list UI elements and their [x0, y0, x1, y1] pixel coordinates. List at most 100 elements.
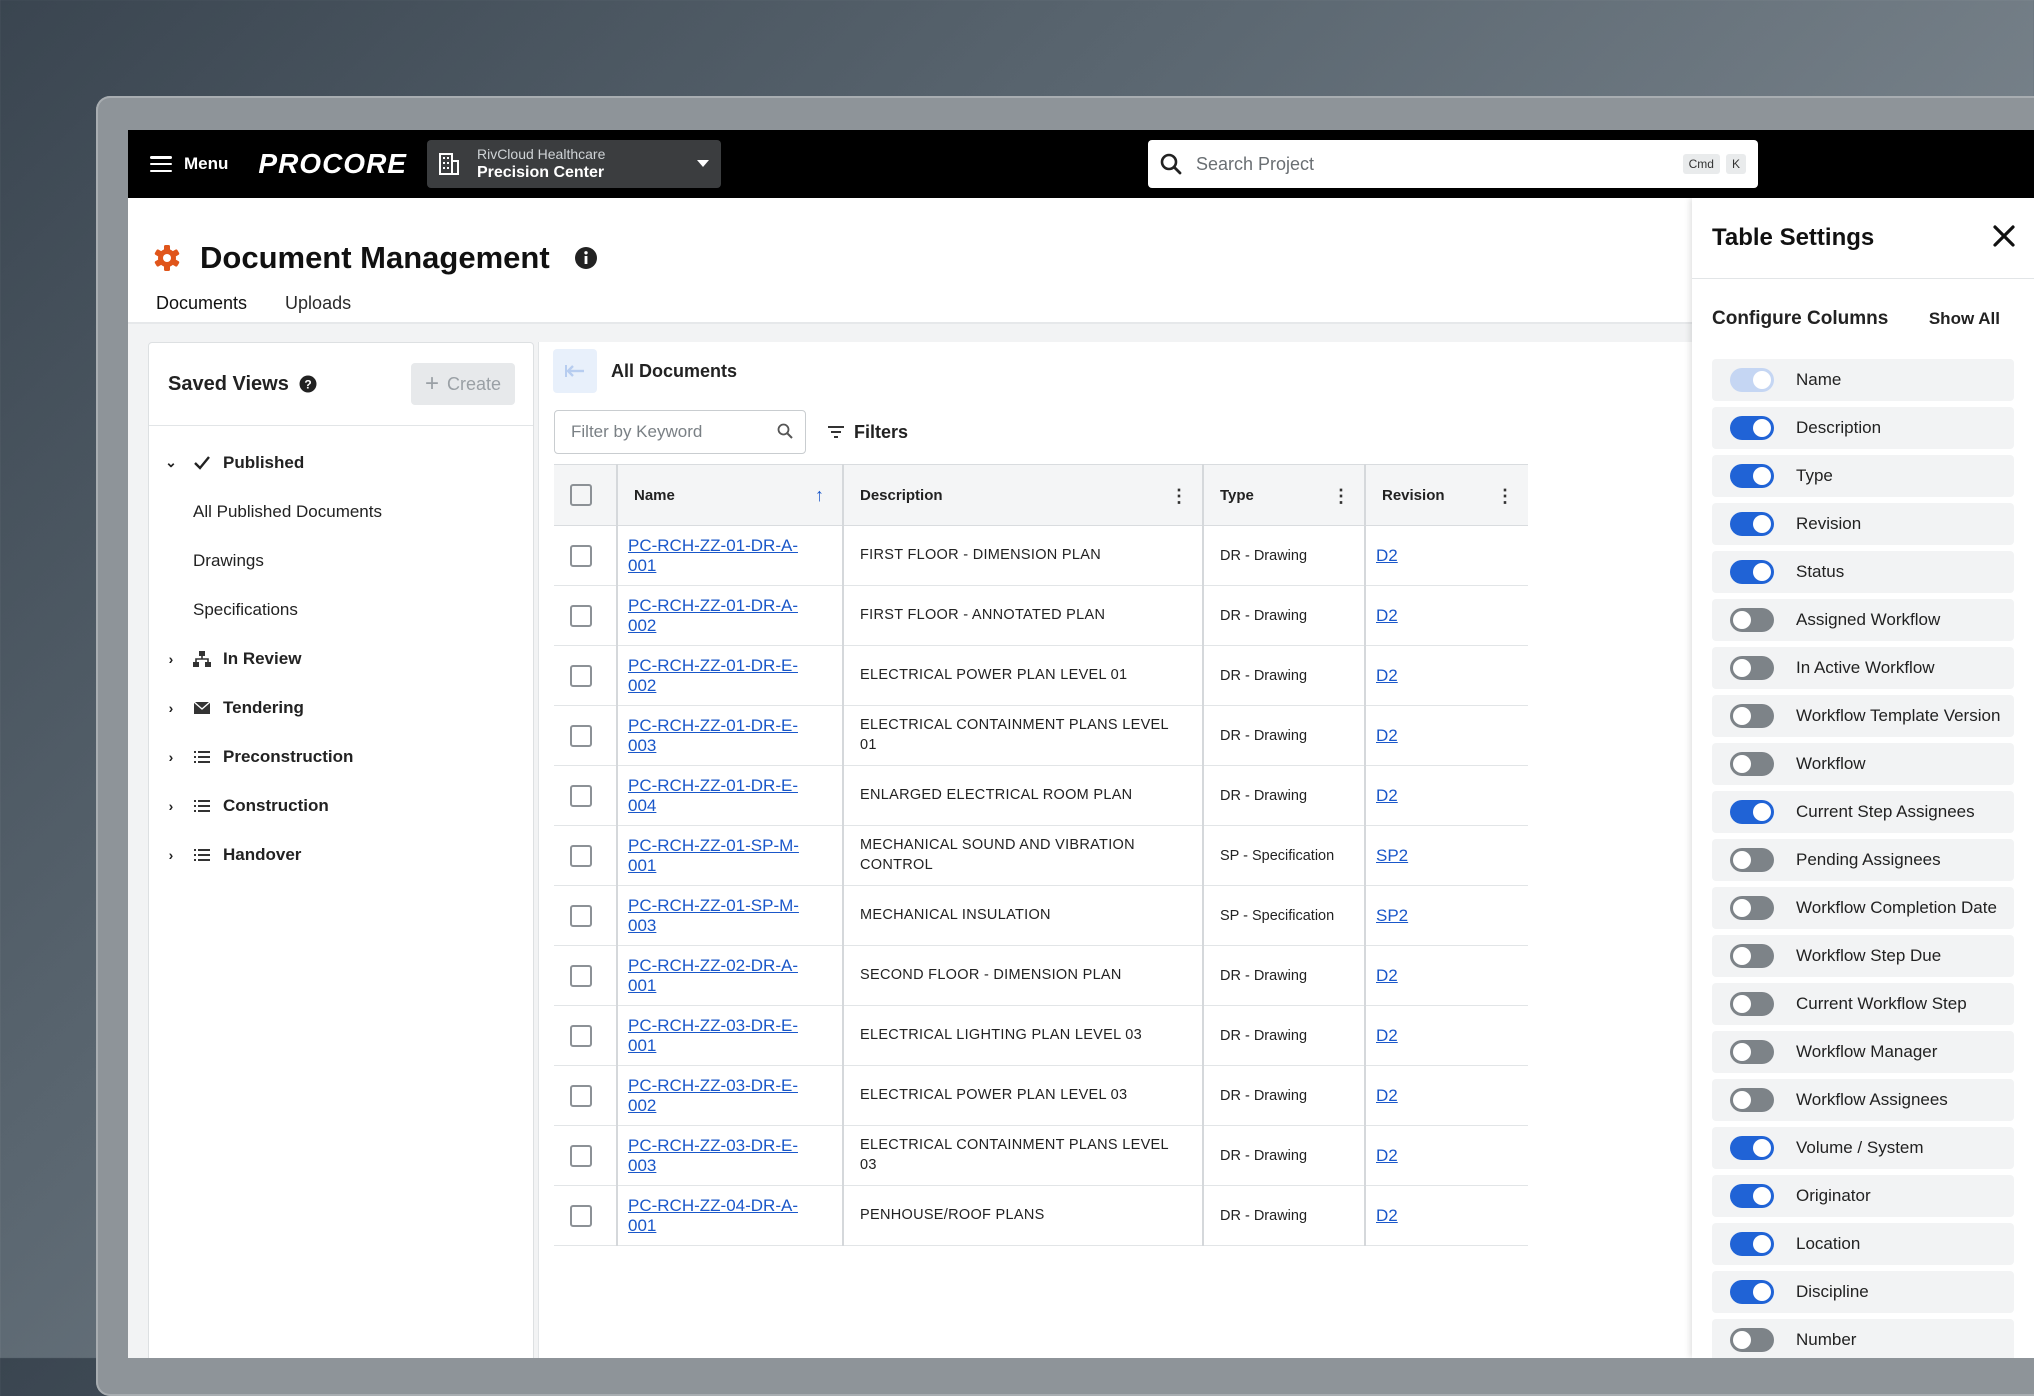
column-toggle-pending-assignees[interactable]: Pending Assignees — [1712, 839, 2014, 881]
collapse-sidebar-button[interactable] — [553, 349, 597, 393]
create-view-button[interactable]: + Create — [411, 363, 515, 405]
view-drawings[interactable]: Drawings — [149, 536, 533, 585]
column-header-name[interactable]: Name ↑ — [617, 464, 844, 526]
revision-link[interactable]: SP2 — [1376, 906, 1408, 925]
revision-link[interactable]: D2 — [1376, 546, 1398, 565]
column-toggle-workflow-step-due[interactable]: Workflow Step Due — [1712, 935, 2014, 977]
table-row[interactable]: PC-RCH-ZZ-01-DR-E-004 ENLARGED ELECTRICA… — [554, 765, 1528, 826]
table-row[interactable]: PC-RCH-ZZ-01-DR-A-001 FIRST FLOOR - DIME… — [554, 525, 1528, 586]
document-link[interactable]: PC-RCH-ZZ-02-DR-A-001 — [628, 956, 798, 995]
chevron-right-icon[interactable]: › — [163, 749, 179, 765]
document-link[interactable]: PC-RCH-ZZ-03-DR-E-001 — [628, 1016, 798, 1055]
row-checkbox[interactable] — [570, 1024, 592, 1047]
kebab-menu-icon[interactable]: ⋮ — [1170, 487, 1188, 505]
kebab-menu-icon[interactable]: ⋮ — [1332, 487, 1350, 505]
toggle-switch[interactable] — [1730, 1184, 1774, 1208]
column-toggle-in-active-workflow[interactable]: In Active Workflow — [1712, 647, 2014, 689]
toggle-switch[interactable] — [1730, 1280, 1774, 1304]
row-checkbox[interactable] — [570, 1144, 592, 1167]
view-published[interactable]: ⌄ Published — [149, 438, 533, 487]
revision-link[interactable]: D2 — [1376, 786, 1398, 805]
column-toggle-current-step-assignees[interactable]: Current Step Assignees — [1712, 791, 2014, 833]
keyword-filter[interactable] — [554, 410, 806, 454]
row-checkbox[interactable] — [570, 664, 592, 687]
toggle-switch[interactable] — [1730, 1328, 1774, 1352]
document-link[interactable]: PC-RCH-ZZ-01-DR-E-003 — [628, 716, 798, 755]
column-toggle-number[interactable]: Number — [1712, 1319, 2014, 1358]
revision-link[interactable]: D2 — [1376, 1026, 1398, 1045]
view-handover[interactable]: › Handover — [149, 830, 533, 879]
toggle-switch[interactable] — [1730, 416, 1774, 440]
column-toggle-discipline[interactable]: Discipline — [1712, 1271, 2014, 1313]
document-link[interactable]: PC-RCH-ZZ-01-SP-M-003 — [628, 896, 799, 935]
toggle-switch[interactable] — [1730, 704, 1774, 728]
kebab-menu-icon[interactable]: ⋮ — [1496, 487, 1514, 505]
toggle-switch[interactable] — [1730, 1136, 1774, 1160]
toggle-switch[interactable] — [1730, 944, 1774, 968]
revision-link[interactable]: D2 — [1376, 1146, 1398, 1165]
row-checkbox[interactable] — [570, 844, 592, 867]
column-toggle-status[interactable]: Status — [1712, 551, 2014, 593]
chevron-right-icon[interactable]: › — [163, 700, 179, 716]
revision-link[interactable]: D2 — [1376, 726, 1398, 745]
search-input[interactable] — [1194, 152, 1678, 176]
document-link[interactable]: PC-RCH-ZZ-03-DR-E-003 — [628, 1136, 798, 1175]
column-header-revision[interactable]: Revision ⋮ — [1365, 464, 1528, 526]
close-icon[interactable] — [1990, 222, 2018, 250]
toggle-switch[interactable] — [1730, 608, 1774, 632]
column-header-type[interactable]: Type ⋮ — [1203, 464, 1366, 526]
column-toggle-location[interactable]: Location — [1712, 1223, 2014, 1265]
table-row[interactable]: PC-RCH-ZZ-02-DR-A-001 SECOND FLOOR - DIM… — [554, 945, 1528, 1006]
view-tendering[interactable]: › Tendering — [149, 683, 533, 732]
row-checkbox[interactable] — [570, 784, 592, 807]
document-link[interactable]: PC-RCH-ZZ-01-DR-E-004 — [628, 776, 798, 815]
revision-link[interactable]: D2 — [1376, 666, 1398, 685]
tab-uploads[interactable]: Uploads — [281, 293, 355, 325]
toggle-switch[interactable] — [1730, 848, 1774, 872]
column-toggle-name[interactable]: Name — [1712, 359, 2014, 401]
column-toggle-current-workflow-step[interactable]: Current Workflow Step — [1712, 983, 2014, 1025]
table-row[interactable]: PC-RCH-ZZ-01-DR-A-002 FIRST FLOOR - ANNO… — [554, 585, 1528, 646]
revision-link[interactable]: SP2 — [1376, 846, 1408, 865]
document-link[interactable]: PC-RCH-ZZ-03-DR-E-002 — [628, 1076, 798, 1115]
help-icon[interactable]: ? — [299, 375, 317, 393]
column-toggle-workflow-completion-date[interactable]: Workflow Completion Date — [1712, 887, 2014, 929]
document-link[interactable]: PC-RCH-ZZ-01-DR-E-002 — [628, 656, 798, 695]
toggle-switch[interactable] — [1730, 800, 1774, 824]
view-preconstruction[interactable]: › Preconstruction — [149, 732, 533, 781]
toggle-switch[interactable] — [1730, 1088, 1774, 1112]
tab-documents[interactable]: Documents — [152, 293, 252, 325]
document-link[interactable]: PC-RCH-ZZ-01-SP-M-001 — [628, 836, 799, 875]
table-row[interactable]: PC-RCH-ZZ-01-DR-E-003 ELECTRICAL CONTAIN… — [554, 705, 1528, 766]
row-checkbox[interactable] — [570, 604, 592, 627]
document-link[interactable]: PC-RCH-ZZ-01-DR-A-002 — [628, 596, 798, 635]
view-all-published-documents[interactable]: All Published Documents — [149, 487, 533, 536]
view-specifications[interactable]: Specifications — [149, 585, 533, 634]
select-all-checkbox[interactable] — [570, 484, 592, 506]
table-row[interactable]: PC-RCH-ZZ-04-DR-A-001 PENHOUSE/ROOF PLAN… — [554, 1185, 1528, 1246]
procore-logo[interactable]: PROCORE — [258, 148, 407, 180]
toggle-switch[interactable] — [1730, 464, 1774, 488]
column-toggle-workflow[interactable]: Workflow — [1712, 743, 2014, 785]
chevron-down-icon[interactable]: ⌄ — [163, 454, 179, 471]
chevron-right-icon[interactable]: › — [163, 651, 179, 667]
row-checkbox[interactable] — [570, 964, 592, 987]
column-toggle-description[interactable]: Description — [1712, 407, 2014, 449]
revision-link[interactable]: D2 — [1376, 966, 1398, 985]
row-checkbox[interactable] — [570, 544, 592, 567]
table-row[interactable]: PC-RCH-ZZ-01-DR-E-002 ELECTRICAL POWER P… — [554, 645, 1528, 706]
toggle-switch[interactable] — [1730, 752, 1774, 776]
keyword-filter-input[interactable] — [569, 421, 763, 443]
revision-link[interactable]: D2 — [1376, 606, 1398, 625]
row-checkbox[interactable] — [570, 1204, 592, 1227]
toggle-switch[interactable] — [1730, 1040, 1774, 1064]
table-row[interactable]: PC-RCH-ZZ-03-DR-E-001 ELECTRICAL LIGHTIN… — [554, 1005, 1528, 1066]
toggle-switch[interactable] — [1730, 1232, 1774, 1256]
column-toggle-workflow-template-version[interactable]: Workflow Template Version — [1712, 695, 2014, 737]
menu-button[interactable]: Menu — [150, 154, 228, 174]
table-row[interactable]: PC-RCH-ZZ-01-SP-M-003 MECHANICAL INSULAT… — [554, 885, 1528, 946]
chevron-right-icon[interactable]: › — [163, 847, 179, 863]
toggle-switch[interactable] — [1730, 992, 1774, 1016]
chevron-right-icon[interactable]: › — [163, 798, 179, 814]
filters-button[interactable]: Filters — [828, 422, 908, 443]
